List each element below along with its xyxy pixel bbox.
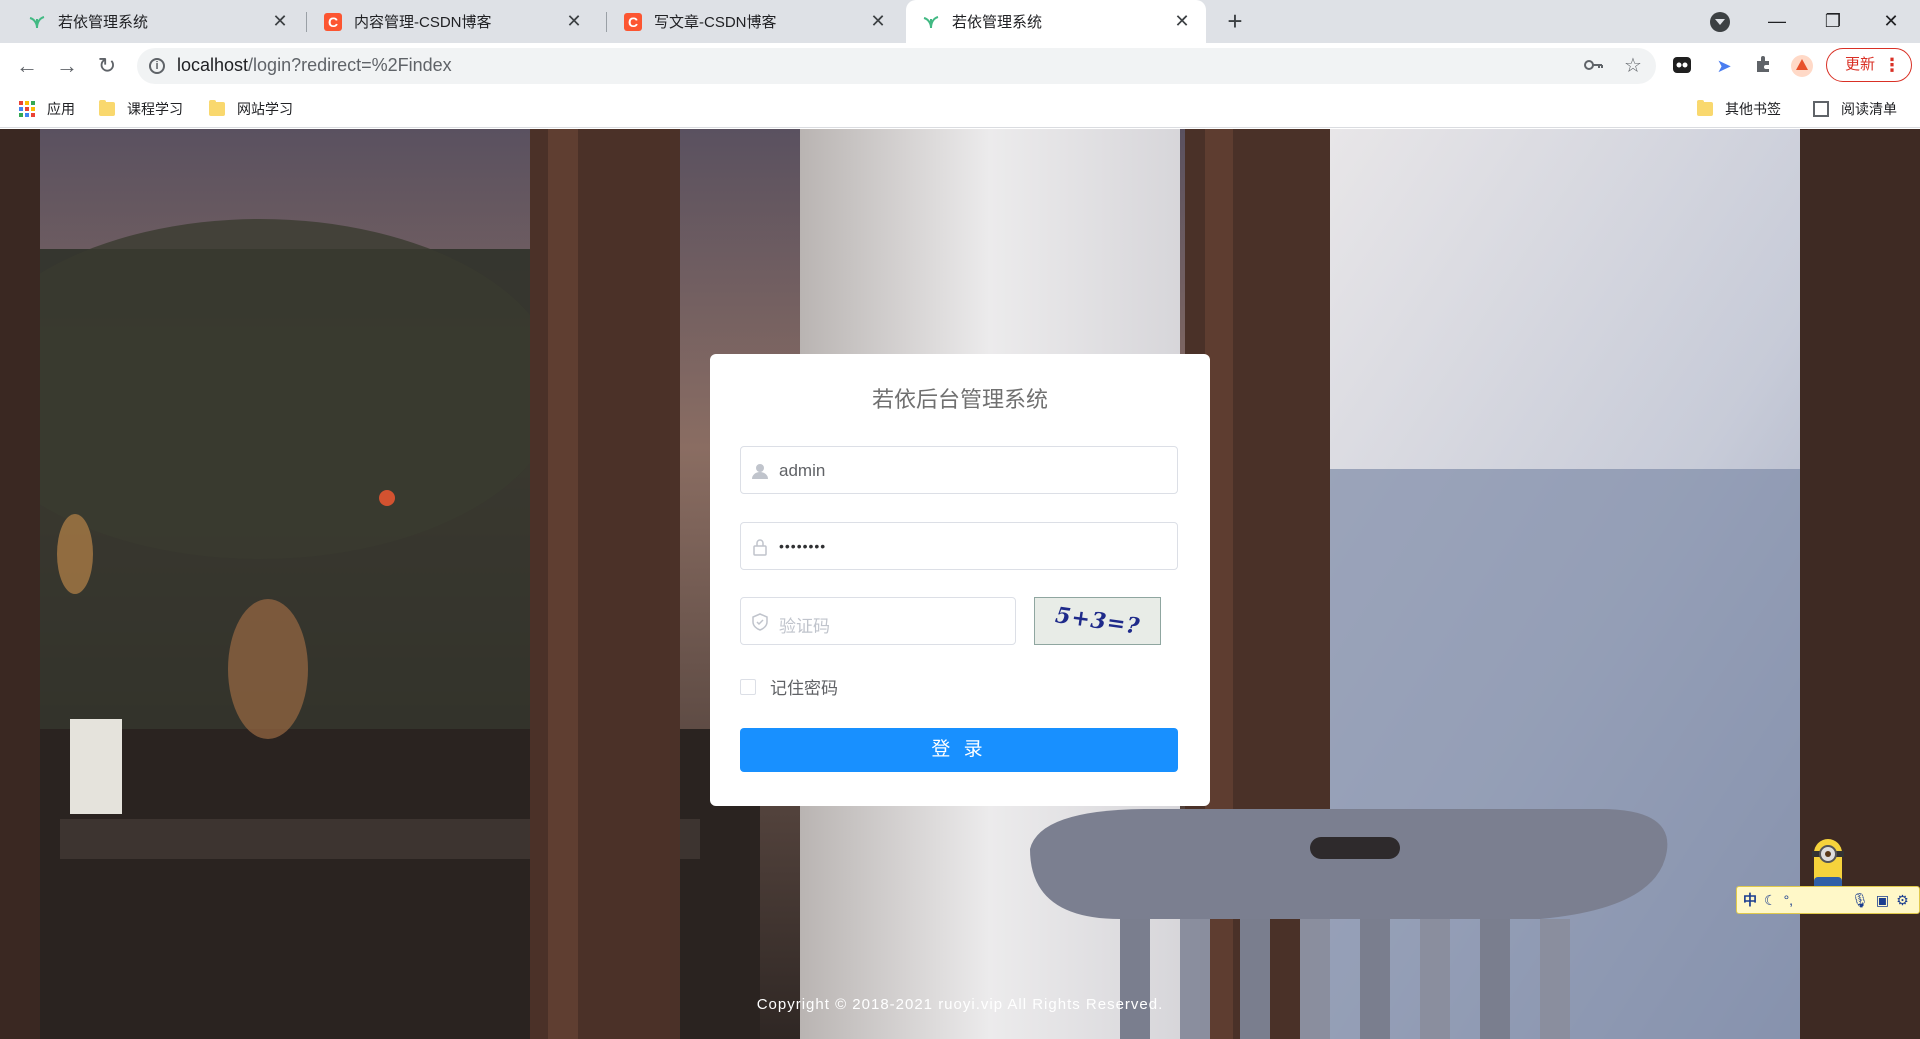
reading-list-button[interactable]: 阅读清单 (1813, 98, 1897, 120)
update-label: 更新 (1845, 56, 1876, 73)
bookmark-folder-websites[interactable]: 网站学习 (209, 98, 293, 120)
key-icon[interactable] (1581, 54, 1605, 78)
folder-icon (209, 100, 225, 116)
bookmark-label: 应用 (47, 101, 75, 117)
extensions-puzzle-icon[interactable] (1752, 54, 1776, 78)
login-button[interactable]: 登 录 (740, 728, 1178, 772)
bookmark-label: 其他书签 (1725, 101, 1781, 117)
tab-ruoyi-1[interactable]: 若依管理系统 ✕ (14, 0, 304, 43)
close-icon[interactable]: ✕ (868, 11, 888, 31)
password-field[interactable]: •••••••• (740, 522, 1178, 570)
tab-title: 若依管理系统 (952, 14, 1043, 31)
window-close-icon[interactable]: ✕ (1876, 8, 1906, 34)
tab-title: 写文章-CSDN博客 (654, 14, 777, 31)
new-tab-plus-icon[interactable]: + (1221, 8, 1249, 36)
update-button[interactable]: 更新 ⋮ (1826, 48, 1912, 82)
forward-arrow-icon[interactable]: → (53, 52, 81, 80)
csdn-icon: C (324, 12, 342, 31)
tab-bar: 若依管理系统 ✕ C 内容管理-CSDN博客 ✕ C 写文章-CSDN博客 ✕ … (0, 0, 1920, 43)
bookmark-folder-courses[interactable]: 课程学习 (99, 98, 183, 120)
url-host: localhost (177, 55, 249, 75)
tab-search-icon[interactable] (1710, 12, 1730, 32)
login-page: 若依后台管理系统 admin •••••••• 验证码 5+3=? 记住密码 登… (0, 129, 1920, 1039)
close-icon[interactable]: ✕ (270, 11, 290, 31)
url-path: /login?redirect=%2Findex (248, 55, 452, 75)
leaf-icon (29, 15, 45, 28)
back-arrow-icon[interactable]: ← (13, 52, 41, 80)
bookmarks-bar: 应用 课程学习 网站学习 其他书签 阅读清单 (0, 89, 1920, 128)
login-form: 若依后台管理系统 admin •••••••• 验证码 5+3=? 记住密码 登… (710, 354, 1210, 806)
keyboard-icon[interactable]: ▣ (1876, 892, 1889, 909)
reload-icon[interactable]: ↻ (93, 52, 121, 80)
bookmark-other[interactable]: 其他书签 (1697, 98, 1781, 120)
ime-toolbar[interactable]: 中 ☾ °, 🎙 ▣ ⚙ (1736, 886, 1920, 914)
settings-gear-icon[interactable]: ⚙ (1896, 892, 1909, 909)
close-icon[interactable]: ✕ (1172, 11, 1192, 31)
tab-title: 若依管理系统 (58, 14, 149, 31)
moon-icon[interactable]: ☾ (1764, 892, 1777, 909)
folder-icon (1697, 100, 1713, 116)
lock-icon (753, 539, 767, 556)
folder-icon (99, 100, 115, 116)
bookmark-label: 网站学习 (237, 101, 293, 117)
restore-icon[interactable]: ❐ (1818, 8, 1848, 34)
remember-checkbox[interactable] (740, 678, 756, 695)
remember-me[interactable]: 记住密码 (740, 674, 838, 699)
bookmark-label: 课程学习 (127, 101, 183, 117)
username-field[interactable]: admin (740, 446, 1178, 494)
address-bar[interactable]: i localhost/login?redirect=%2Findex ☆ (137, 48, 1656, 84)
tab-ruoyi-active[interactable]: 若依管理系统 ✕ (906, 0, 1206, 43)
browser-toolbar: ← → ↻ i localhost/login?redirect=%2Finde… (0, 43, 1920, 89)
shield-icon (752, 613, 768, 631)
apps-grid-icon (19, 101, 35, 117)
bookmark-label: 阅读清单 (1841, 101, 1897, 117)
ime-mode-label[interactable]: 中 (1743, 890, 1757, 910)
bookmark-apps[interactable]: 应用 (19, 98, 75, 120)
extension-bot-icon[interactable] (1670, 54, 1694, 78)
close-icon[interactable]: ✕ (564, 11, 584, 31)
login-title: 若依后台管理系统 (871, 387, 1048, 412)
microphone-icon[interactable]: 🎙 (1851, 892, 1869, 909)
url-text[interactable]: localhost/login?redirect=%2Findex (177, 55, 452, 76)
username-value: admin (779, 461, 826, 480)
captcha-text: 5+3=? (1053, 602, 1142, 640)
tab-csdn-content[interactable]: C 内容管理-CSDN博客 ✕ (308, 0, 598, 43)
punctuation-icon[interactable]: °, (1784, 892, 1794, 908)
password-mask: •••••••• (779, 538, 827, 554)
extension-bird-icon[interactable]: ➤ (1712, 54, 1736, 78)
remember-label: 记住密码 (770, 679, 838, 698)
tab-csdn-write[interactable]: C 写文章-CSDN博客 ✕ (608, 0, 902, 43)
copyright-footer: Copyright © 2018-2021 ruoyi.vip All Righ… (756, 996, 1164, 1013)
leaf-icon (923, 15, 939, 28)
menu-dots-icon: ⋮ (1883, 55, 1901, 75)
info-icon[interactable]: i (149, 58, 165, 74)
captcha-input[interactable]: 验证码 (740, 597, 1016, 645)
csdn-icon: C (624, 12, 642, 31)
minimize-icon[interactable]: — (1762, 8, 1792, 34)
star-icon[interactable]: ☆ (1621, 54, 1645, 78)
profile-avatar[interactable] (1790, 54, 1814, 78)
reading-list-icon (1813, 101, 1829, 117)
tab-title: 内容管理-CSDN博客 (354, 14, 492, 31)
captcha-image[interactable]: 5+3=? (1034, 597, 1161, 645)
captcha-placeholder: 验证码 (779, 617, 830, 636)
user-icon (752, 464, 768, 479)
